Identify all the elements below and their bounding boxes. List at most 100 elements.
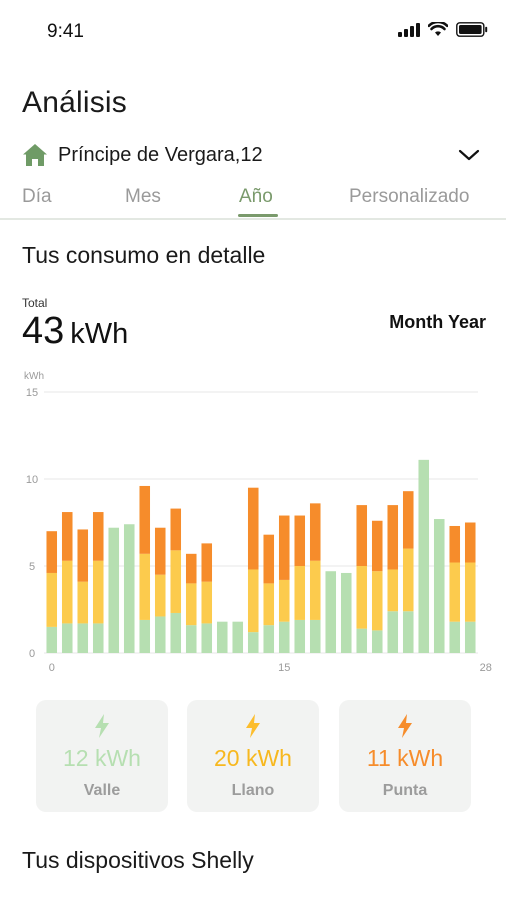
bar-valle <box>340 572 352 653</box>
tab-ano[interactable]: Año <box>239 186 273 208</box>
wifi-icon <box>428 22 448 36</box>
llano-value: 20 kWh <box>214 745 292 771</box>
bar-punta <box>201 543 213 582</box>
bar-valle <box>402 611 414 653</box>
bar-punta <box>402 491 414 549</box>
y-tick-label: 10 <box>26 474 38 486</box>
bar-valle <box>247 632 259 653</box>
bar-punta <box>46 531 58 573</box>
bar-valle <box>201 623 213 653</box>
bar-llano <box>464 562 476 622</box>
bar-valle <box>108 527 120 653</box>
status-bar: 9:41 <box>0 0 506 64</box>
bar-valle <box>433 519 445 653</box>
bar-valle <box>325 571 337 653</box>
bar-llano <box>309 560 321 620</box>
lightning-icon <box>95 714 109 738</box>
summary-cards: 12 kWh Valle 20 kWh Llano 11 kWh Punta <box>36 700 471 812</box>
bar-llano <box>92 560 104 624</box>
bar-valle <box>356 628 368 653</box>
bar-llano <box>154 574 166 617</box>
bar-valle <box>154 616 166 653</box>
lightning-icon <box>246 714 260 738</box>
bar-llano <box>263 583 275 626</box>
chevron-down-icon[interactable] <box>456 142 482 168</box>
bar-valle <box>170 612 182 653</box>
punta-label: Punta <box>382 782 428 799</box>
valle-label: Valle <box>83 782 121 799</box>
bar-punta <box>309 503 321 561</box>
battery-icon <box>456 22 488 37</box>
status-time: 9:41 <box>47 21 84 42</box>
total-label: Total <box>22 296 48 310</box>
bar-llano <box>46 572 58 627</box>
bar-punta <box>356 505 368 566</box>
bar-valle <box>464 621 476 653</box>
bar-valle <box>418 459 430 653</box>
bar-valle <box>185 625 197 653</box>
devices-section-title: Tus dispositivos Shelly <box>22 847 254 873</box>
bar-valle <box>46 626 58 653</box>
total-number: 43 <box>22 310 65 352</box>
house-icon <box>23 144 47 166</box>
bar-valle <box>92 623 104 653</box>
address-selector[interactable]: Príncipe de Vergara,12 <box>22 140 486 170</box>
cellular-signal-icon <box>398 22 420 37</box>
bar-valle <box>387 611 399 653</box>
active-tab-indicator <box>238 214 278 217</box>
bar-punta <box>371 520 383 572</box>
x-tick-label: 0 <box>49 662 55 674</box>
bar-llano <box>185 583 197 626</box>
consumption-chart: kWh 0 5 10 15 0 15 28 <box>24 371 492 674</box>
bar-valle <box>123 524 135 653</box>
bar-punta <box>449 525 461 563</box>
consumo-section-title: Tus consumo en detalle <box>22 242 266 268</box>
summary-card-llano[interactable]: 20 kWh Llano <box>187 700 319 812</box>
bar-valle <box>294 619 306 653</box>
bar-llano <box>402 548 414 612</box>
bar-punta <box>170 508 182 551</box>
address-label: Príncipe de Vergara,12 <box>58 143 263 166</box>
bar-valle <box>278 621 290 653</box>
bar-punta <box>464 522 476 563</box>
page-title: Análisis <box>22 86 127 119</box>
summary-card-valle[interactable]: 12 kWh Valle <box>36 700 168 812</box>
bar-punta <box>77 529 89 582</box>
bar-llano <box>247 569 259 633</box>
tabs-divider <box>0 218 506 220</box>
punta-value: 11 kWh <box>366 745 444 771</box>
lightning-icon <box>398 714 412 738</box>
summary-card-punta[interactable]: 11 kWh Punta <box>339 700 471 812</box>
y-tick-label: 0 <box>29 648 35 660</box>
total-value: 43 kWh <box>22 310 128 353</box>
valle-value: 12 kWh <box>63 745 141 771</box>
bar-valle <box>232 621 244 653</box>
bar-llano <box>170 550 182 613</box>
y-axis-unit-label: kWh <box>24 371 44 382</box>
y-tick-label: 15 <box>26 387 38 399</box>
bar-llano <box>356 566 368 629</box>
tab-personalizado[interactable]: Personalizado <box>349 186 469 208</box>
tab-dia[interactable]: Día <box>22 186 52 208</box>
bar-llano <box>387 569 399 612</box>
period-tabs: Día Mes Año Personalizado <box>0 180 506 218</box>
x-tick-label: 28 <box>480 662 492 674</box>
bar-llano <box>294 566 306 620</box>
tab-mes[interactable]: Mes <box>125 186 161 208</box>
bar-valle <box>371 630 383 653</box>
bar-punta <box>61 512 73 561</box>
bar-valle <box>309 619 321 653</box>
bar-punta <box>247 487 259 570</box>
bar-punta <box>92 512 104 561</box>
bar-llano <box>201 581 213 624</box>
bar-punta <box>278 515 290 580</box>
bar-llano <box>371 571 383 631</box>
y-tick-label: 5 <box>29 561 35 573</box>
bar-llano <box>77 581 89 624</box>
total-unit: kWh <box>70 318 129 350</box>
llano-label: Llano <box>231 782 275 799</box>
bar-punta <box>263 534 275 584</box>
bar-valle <box>61 623 73 653</box>
period-selector[interactable]: Month Year <box>389 312 486 333</box>
bar-valle <box>139 619 151 653</box>
